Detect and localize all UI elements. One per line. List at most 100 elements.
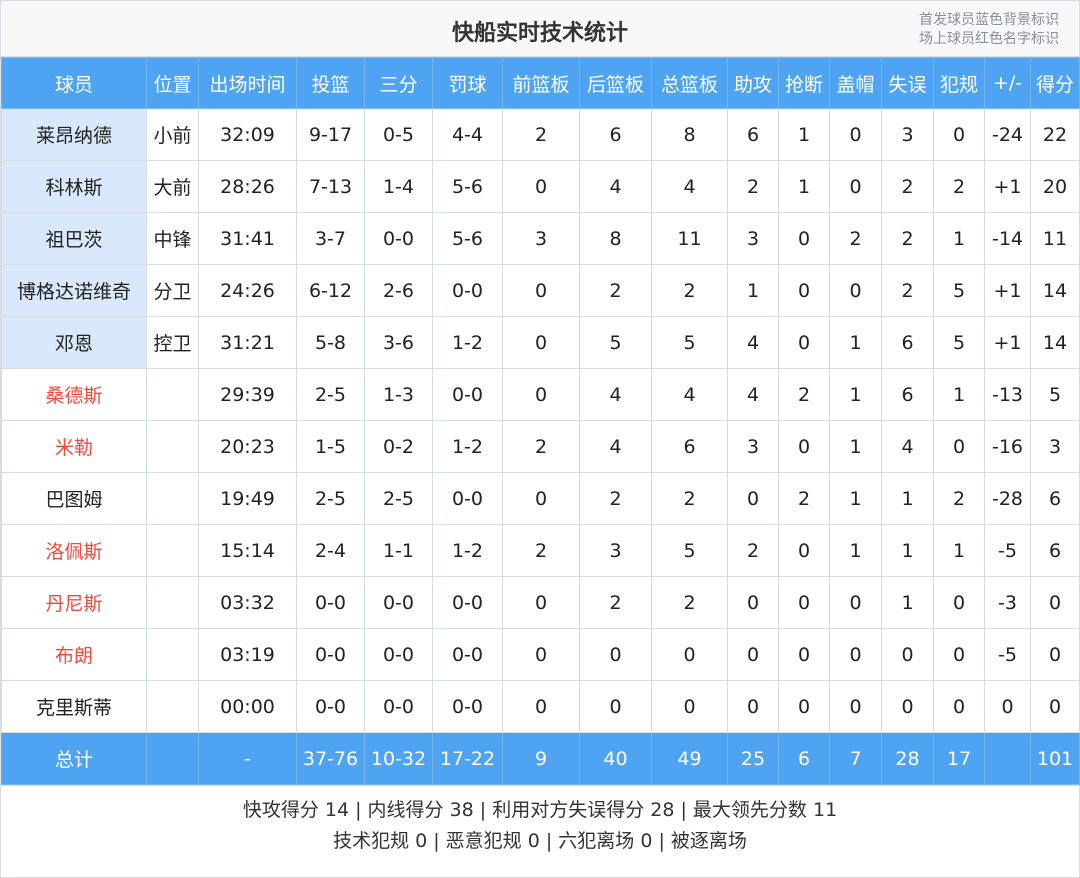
cell-reb: 4: [651, 160, 728, 213]
cell-dreb: 2: [579, 576, 652, 629]
cell-ft: 1-2: [432, 524, 503, 577]
cell-player-name: 洛佩斯: [1, 524, 147, 577]
table-row: 米勒 20:23 1-5 0-2 1-2 2 4 6 3 0 1 4 0 -16 3: [1, 420, 1080, 473]
cell-dreb: 0: [579, 628, 652, 681]
cell-ft: 0-0: [432, 264, 503, 317]
cell-stl: 0: [778, 524, 830, 577]
cell-oreb: 0: [502, 316, 580, 369]
cell-3pt: 3-6: [364, 316, 433, 369]
summary-line-scoring: 快攻得分 14 | 内线得分 38 | 利用对方失误得分 28 | 最大领先分数…: [242, 799, 838, 821]
col-header-stl: 抢断: [778, 57, 830, 109]
col-header-points: 得分: [1030, 57, 1080, 109]
cell-minutes: 03:19: [198, 628, 297, 681]
cell-to: 6: [881, 368, 934, 421]
cell-plus-minus: -14: [984, 212, 1031, 265]
col-header-fg: 投篮: [296, 57, 365, 109]
col-header-to: 失误: [881, 57, 934, 109]
cell-points: 14: [1030, 316, 1080, 369]
cell-3pt: 1-3: [364, 368, 433, 421]
cell-reb: 4: [651, 368, 728, 421]
totals-label: 总计: [1, 732, 147, 785]
cell-to: 3: [881, 108, 934, 161]
cell-blk: 2: [829, 212, 882, 265]
cell-blk: 1: [829, 316, 882, 369]
cell-ft: 5-6: [432, 160, 503, 213]
cell-position: [146, 368, 199, 421]
cell-position: [146, 420, 199, 473]
col-header-blk: 盖帽: [829, 57, 882, 109]
cell-position: 控卫: [146, 316, 199, 369]
cell-to: 6: [881, 316, 934, 369]
cell-blk: 0: [829, 680, 882, 733]
cell-stl: 2: [778, 472, 830, 525]
cell-player-name: 莱昂纳德: [1, 108, 147, 161]
cell-to: 1: [881, 472, 934, 525]
cell-ft: 1-2: [432, 316, 503, 369]
cell-reb: 11: [651, 212, 728, 265]
cell-ft: 0-0: [432, 680, 503, 733]
cell-to: 1: [881, 576, 934, 629]
cell-ft: 0-0: [432, 368, 503, 421]
cell-player-name: 布朗: [1, 628, 147, 681]
cell-stl: 1: [778, 108, 830, 161]
cell-ast: 6: [727, 108, 779, 161]
cell-minutes: 29:39: [198, 368, 297, 421]
table-row: 莱昂纳德 小前 32:09 9-17 0-5 4-4 2 6 8 6 1 0 3 0 -24 22: [1, 108, 1080, 161]
cell-dreb: 5: [579, 316, 652, 369]
cell-minutes: 24:26: [198, 264, 297, 317]
cell-reb: 8: [651, 108, 728, 161]
cell-pf: 0: [933, 680, 985, 733]
cell-points: 14: [1030, 264, 1080, 317]
cell-blk: 0: [829, 576, 882, 629]
cell-ast: 0: [727, 576, 779, 629]
game-summary: 快攻得分 14 | 内线得分 38 | 利用对方失误得分 28 | 最大领先分数…: [1, 785, 1079, 869]
cell-3pt: 1-1: [364, 524, 433, 577]
cell-player-name: 科林斯: [1, 160, 147, 213]
col-header-reb: 总篮板: [651, 57, 728, 109]
totals-pf: 17: [933, 732, 985, 785]
cell-player-name: 克里斯蒂: [1, 680, 147, 733]
cell-points: 0: [1030, 628, 1080, 681]
cell-points: 6: [1030, 524, 1080, 577]
table-row: 丹尼斯 03:32 0-0 0-0 0-0 0 2 2 0 0 0 1 0 -3 0: [1, 576, 1080, 629]
cell-blk: 1: [829, 420, 882, 473]
cell-plus-minus: 0: [984, 680, 1031, 733]
col-header-ast: 助攻: [727, 57, 779, 109]
cell-to: 2: [881, 212, 934, 265]
cell-dreb: 4: [579, 368, 652, 421]
cell-oreb: 0: [502, 628, 580, 681]
cell-fg: 0-0: [296, 576, 365, 629]
cell-pf: 2: [933, 472, 985, 525]
title-bar: 快船实时技术统计 首发球员蓝色背景标识 场上球员红色名字标识: [1, 1, 1079, 57]
cell-3pt: 0-0: [364, 628, 433, 681]
cell-stl: 1: [778, 160, 830, 213]
table-row: 洛佩斯 15:14 2-4 1-1 1-2 2 3 5 2 0 1 1 1 -5 6: [1, 524, 1080, 577]
cell-ast: 2: [727, 524, 779, 577]
cell-stl: 0: [778, 680, 830, 733]
cell-position: [146, 472, 199, 525]
cell-ast: 0: [727, 680, 779, 733]
cell-position: [146, 680, 199, 733]
cell-stl: 0: [778, 316, 830, 369]
totals-oreb: 9: [502, 732, 580, 785]
cell-ast: 1: [727, 264, 779, 317]
cell-points: 5: [1030, 368, 1080, 421]
cell-points: 0: [1030, 576, 1080, 629]
cell-reb: 0: [651, 680, 728, 733]
cell-minutes: 03:32: [198, 576, 297, 629]
cell-player-name: 邓恩: [1, 316, 147, 369]
table-header-row: 球员 位置 出场时间 投篮 三分 罚球 前篮板 后篮板 总篮板 助攻 抢断 盖帽…: [1, 57, 1080, 109]
cell-plus-minus: -16: [984, 420, 1031, 473]
cell-ast: 2: [727, 160, 779, 213]
cell-oreb: 2: [502, 108, 580, 161]
col-header-pf: 犯规: [933, 57, 985, 109]
cell-reb: 2: [651, 264, 728, 317]
cell-plus-minus: -3: [984, 576, 1031, 629]
col-header-dreb: 后篮板: [579, 57, 652, 109]
cell-blk: 1: [829, 368, 882, 421]
cell-pf: 0: [933, 576, 985, 629]
cell-pf: 0: [933, 108, 985, 161]
cell-pf: 0: [933, 420, 985, 473]
legend-starter-note: 首发球员蓝色背景标识: [919, 12, 1059, 28]
cell-3pt: 0-0: [364, 680, 433, 733]
